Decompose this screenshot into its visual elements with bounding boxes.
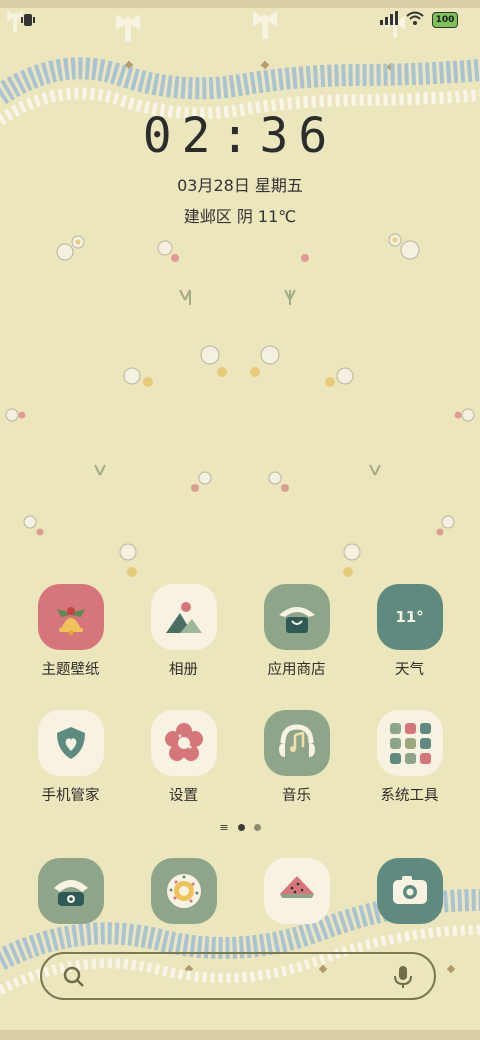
page-dot[interactable] xyxy=(253,824,261,831)
weather-temp: 11° xyxy=(395,608,424,626)
battery-indicator: 100 xyxy=(432,11,458,28)
clock-weather: 建邺区 阴 11℃ xyxy=(183,207,297,226)
phone-icon[interactable] xyxy=(38,858,104,924)
music-icon xyxy=(263,710,330,776)
wifi-icon xyxy=(406,10,424,29)
app-label: 主题壁纸 xyxy=(41,662,100,678)
app-weather[interactable]: 11° 天气 xyxy=(353,584,466,679)
app-label: 设置 xyxy=(169,788,198,804)
page-dot-active[interactable] xyxy=(237,824,245,831)
weather-icon: 11° xyxy=(376,584,443,650)
theme-bell-icon xyxy=(37,584,104,650)
app-theme[interactable]: 主题壁纸 xyxy=(14,584,127,679)
clock-time: 02:36 xyxy=(142,108,338,164)
search-bar[interactable] xyxy=(40,952,436,1000)
dock xyxy=(0,858,480,928)
app-store-icon xyxy=(263,584,330,650)
gallery-icon xyxy=(150,584,217,650)
clock-widget[interactable]: 02:36 03月28日 星期五 建邺区 阴 11℃ xyxy=(0,108,480,227)
app-label: 音乐 xyxy=(282,788,311,804)
app-phone-manager[interactable]: 手机管家 xyxy=(14,710,127,805)
page-list-icon[interactable]: ≡ xyxy=(219,822,228,833)
app-label: 应用商店 xyxy=(267,662,326,678)
clock-date: 03月28日 星期五 xyxy=(177,176,303,195)
microphone-icon[interactable] xyxy=(392,964,414,994)
app-system-tools[interactable]: 系统工具 xyxy=(353,710,466,805)
app-settings[interactable]: 设置 xyxy=(127,710,240,805)
app-music[interactable]: 音乐 xyxy=(240,710,353,805)
app-store[interactable]: 应用商店 xyxy=(240,584,353,679)
app-label: 相册 xyxy=(169,662,198,678)
search-icon[interactable] xyxy=(62,965,86,993)
browser-icon[interactable] xyxy=(264,858,330,924)
camera-icon[interactable] xyxy=(377,858,443,924)
app-label: 天气 xyxy=(395,662,424,678)
messages-icon[interactable] xyxy=(151,858,217,924)
app-label: 系统工具 xyxy=(380,788,439,804)
vibrate-icon xyxy=(20,12,36,32)
settings-flower-icon xyxy=(150,710,217,776)
status-bar: 100 xyxy=(0,0,480,40)
signal-icon xyxy=(380,10,398,29)
page-indicator[interactable]: ≡ xyxy=(0,822,480,833)
phone-manager-icon xyxy=(37,710,104,776)
system-tools-icon xyxy=(376,710,443,776)
app-gallery[interactable]: 相册 xyxy=(127,584,240,679)
app-label: 手机管家 xyxy=(41,788,100,804)
